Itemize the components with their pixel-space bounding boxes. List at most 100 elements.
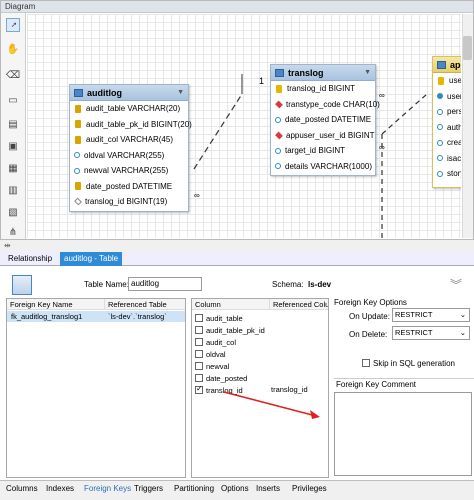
- entity-column[interactable]: date_posted DATETIME: [271, 112, 375, 128]
- table-row[interactable]: newval: [195, 361, 327, 372]
- note-icon[interactable]: ▤: [6, 117, 20, 131]
- column-checkbox[interactable]: [195, 384, 203, 394]
- tab-partitioning[interactable]: Partitioning: [174, 484, 214, 493]
- image-icon[interactable]: ▣: [6, 139, 20, 153]
- entity-column[interactable]: creat: [433, 135, 461, 151]
- foreign-key-grid[interactable]: Foreign Key Name Referenced Table fk_aud…: [6, 298, 186, 478]
- entity-column[interactable]: details VARCHAR(1000): [271, 159, 375, 175]
- annotation-arrow: [223, 391, 320, 419]
- primary-key-icon: [438, 76, 444, 85]
- column-checkbox[interactable]: [195, 326, 203, 334]
- entity-column[interactable]: audit_col VARCHAR(45): [70, 132, 188, 148]
- splitter-grip-icon[interactable]: ⇹: [4, 241, 11, 250]
- editor-tabbar: Relationship auditlog - Table: [0, 252, 474, 266]
- table-name-input[interactable]: auditlog: [128, 277, 202, 291]
- entity-column[interactable]: newval VARCHAR(255): [70, 163, 188, 179]
- fk-comment-title: Foreign Key Comment: [336, 380, 417, 389]
- entity-column[interactable]: audit_table VARCHAR(20): [70, 101, 188, 117]
- fk-comment-textarea[interactable]: [334, 392, 472, 476]
- column-checkbox[interactable]: [195, 374, 203, 382]
- scrollbar-thumb[interactable]: [463, 36, 472, 60]
- tab-relationship[interactable]: Relationship: [4, 252, 56, 266]
- routine-icon[interactable]: ▧: [6, 205, 20, 219]
- schema-label: Schema:: [272, 280, 304, 289]
- collapse-icon[interactable]: ▼: [177, 89, 184, 96]
- on-update-select[interactable]: RESTRICT ⌄: [392, 308, 470, 322]
- tab-columns[interactable]: Columns: [6, 484, 38, 493]
- entity-column[interactable]: translog_id BIGINT: [271, 81, 375, 97]
- tab-privileges[interactable]: Privileges: [292, 484, 327, 493]
- table-row[interactable]: audit_col: [195, 337, 327, 348]
- fk-name-cell[interactable]: fk_auditlog_translog1: [11, 312, 82, 321]
- entity-auditlog[interactable]: auditlog ▼ audit_table VARCHAR(20) audit_…: [69, 84, 192, 212]
- tab-triggers[interactable]: Triggers: [134, 484, 163, 493]
- entity-column[interactable]: appuser_user_id BIGINT: [271, 128, 375, 144]
- tab-inserts[interactable]: Inserts: [256, 484, 280, 493]
- entity-column[interactable]: user: [433, 89, 461, 105]
- entity-column[interactable]: audit_table_pk_id BIGINT(20): [70, 117, 192, 133]
- tab-foreign-keys[interactable]: Foreign Keys: [84, 484, 131, 493]
- view-icon[interactable]: ▥: [6, 183, 20, 197]
- foreign-key-icon: [275, 100, 283, 109]
- splitter[interactable]: ⇹: [0, 240, 474, 252]
- entity-column[interactable]: isacti: [433, 151, 461, 167]
- pointer-icon[interactable]: ➚: [6, 18, 20, 32]
- table-icon[interactable]: ▦: [6, 161, 20, 175]
- collapse-icon[interactable]: ▼: [364, 69, 371, 76]
- table-editor-icon: [12, 275, 32, 295]
- column-name-cell: date_posted: [206, 374, 248, 383]
- column-checkbox[interactable]: [195, 314, 203, 322]
- entity-header[interactable]: translog ▼: [271, 65, 375, 81]
- tab-auditlog-table[interactable]: auditlog - Table: [60, 252, 123, 266]
- table-row[interactable]: oldval: [195, 349, 327, 360]
- tab-indexes[interactable]: Indexes: [46, 484, 74, 493]
- fk-ref-header[interactable]: Referenced Table: [105, 299, 185, 310]
- eraser-icon[interactable]: ⌫: [6, 68, 20, 82]
- entity-column[interactable]: autho: [433, 120, 461, 136]
- table-row[interactable]: audit_table_pk_id: [195, 325, 327, 336]
- entity-column[interactable]: perso: [433, 104, 461, 120]
- entity-appuser[interactable]: ap user_ user perso autho creat isacti s…: [432, 56, 461, 188]
- table-row[interactable]: date_posted: [195, 373, 327, 384]
- on-delete-label: On Delete:: [349, 330, 388, 339]
- skip-sql-checkbox[interactable]: Skip in SQL generation: [362, 358, 455, 368]
- entity-column[interactable]: target_id BIGINT: [271, 143, 375, 159]
- fk-ref-cell[interactable]: `ls-dev`.`translog`: [108, 312, 167, 321]
- entity-column[interactable]: oldval VARCHAR(255): [70, 148, 188, 164]
- on-update-label: On Update:: [349, 312, 390, 321]
- column-icon: [437, 170, 443, 177]
- collapse-chevron-icon[interactable]: ︾: [450, 276, 462, 293]
- entity-translog[interactable]: translog ▼ translog_id BIGINT transtype_c…: [270, 64, 380, 176]
- column-icon: [275, 147, 281, 154]
- entity-column[interactable]: translog_id BIGINT(19): [70, 194, 188, 210]
- diagram-canvas[interactable]: 1 ∞ ∞ ∞ auditlog ▼ audit_table VARCHAR(20…: [27, 14, 461, 238]
- fk-options-title: Foreign Key Options: [334, 298, 407, 307]
- on-delete-select[interactable]: RESTRICT ⌄: [392, 326, 470, 340]
- entity-header[interactable]: ap: [433, 57, 461, 73]
- entity-column[interactable]: story: [433, 166, 461, 182]
- column-header[interactable]: Column: [192, 299, 270, 310]
- column-icon: [275, 163, 281, 170]
- diagram-title: Diagram: [1, 1, 473, 13]
- column-icon: [437, 108, 443, 115]
- ref-column-header[interactable]: Referenced Column: [270, 299, 328, 310]
- checkbox-icon[interactable]: [362, 359, 370, 367]
- column-checkbox[interactable]: [195, 362, 203, 370]
- entity-header[interactable]: auditlog ▼: [70, 85, 188, 101]
- hand-icon[interactable]: ✋: [6, 42, 20, 56]
- table-row[interactable]: audit_table: [195, 313, 327, 324]
- layer-icon[interactable]: ▭: [6, 93, 20, 107]
- foreign-key-icon: [75, 182, 81, 191]
- column-name-cell: audit_table_pk_id: [206, 326, 265, 335]
- table-row[interactable]: fk_auditlog_translog1 `ls-dev`.`translog…: [7, 311, 185, 322]
- foreign-key-icon: [75, 135, 81, 144]
- relation-icon[interactable]: ⋔: [6, 225, 20, 239]
- column-checkbox[interactable]: [195, 338, 203, 346]
- foreign-key-icon: [275, 131, 283, 140]
- entity-column[interactable]: date_posted DATETIME: [70, 179, 188, 195]
- tab-options[interactable]: Options: [221, 484, 249, 493]
- column-checkbox[interactable]: [195, 350, 203, 358]
- fk-name-header[interactable]: Foreign Key Name: [7, 299, 105, 310]
- entity-column[interactable]: transtype_code CHAR(10): [271, 97, 380, 113]
- entity-column[interactable]: user_: [433, 73, 461, 89]
